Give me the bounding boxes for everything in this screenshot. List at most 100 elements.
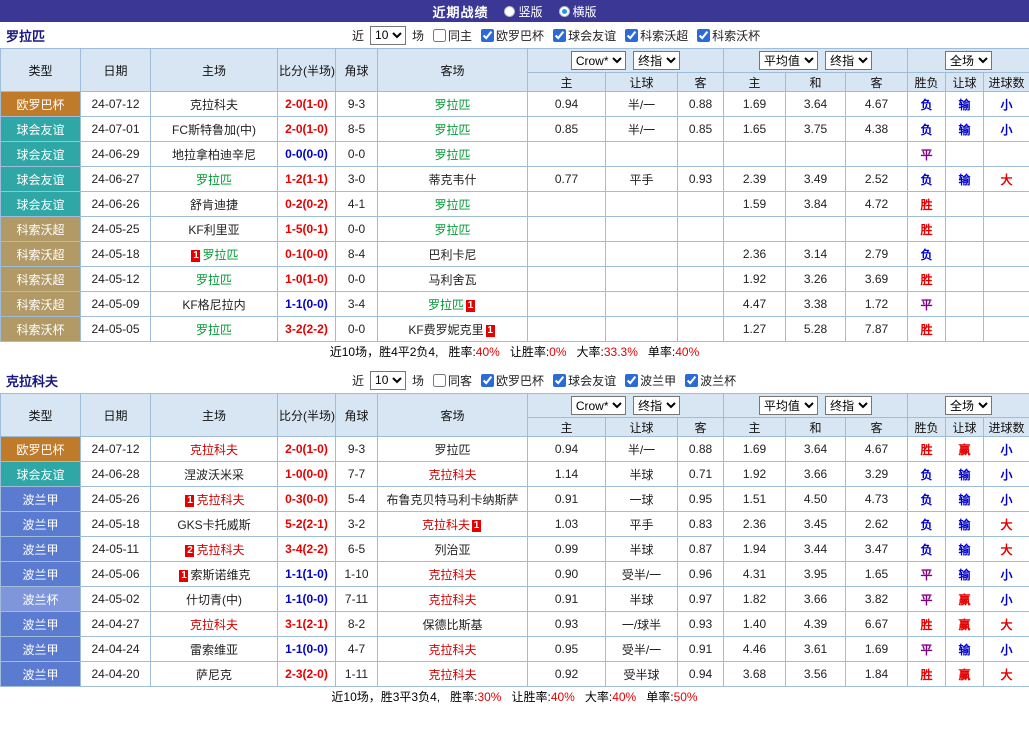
league-filter[interactable]: 欧罗巴杯 <box>481 372 544 389</box>
team-label: 罗拉匹 <box>434 123 470 137</box>
avg-home: 4.47 <box>724 292 786 317</box>
sub-col-header: 客 <box>678 418 724 437</box>
matches-table: 类型 日期 主场 比分(半场) 角球 客场 Crow* 终指 平均值 终指 全场 <box>0 48 1029 342</box>
same-venue-checkbox[interactable] <box>433 29 446 42</box>
result-goals: 小 <box>984 92 1029 117</box>
odds-away: 0.93 <box>678 612 724 637</box>
home-team: 雷索维亚 <box>151 637 278 662</box>
scope-select[interactable]: 全场 <box>945 51 992 70</box>
avg-source-select[interactable]: 平均值 <box>759 396 818 415</box>
league-filter[interactable]: 波兰杯 <box>685 372 736 389</box>
avg-away: 7.87 <box>846 317 908 342</box>
team-section-rolapi: 罗拉匹 近 10 场 同主 欧罗巴杯 球会友谊 科索沃超 <box>0 22 1029 362</box>
team-label: 克拉科夫 <box>428 468 476 482</box>
col-header-home: 主场 <box>151 49 278 92</box>
result-outcome: 负 <box>908 242 946 267</box>
league-checkbox[interactable] <box>625 374 638 387</box>
radio-icon[interactable] <box>559 6 570 17</box>
league-filter[interactable]: 波兰甲 <box>625 372 676 389</box>
league-filter[interactable]: 欧罗巴杯 <box>481 27 544 44</box>
result-handicap: 输 <box>946 562 984 587</box>
away-team: 罗拉匹 <box>378 192 528 217</box>
match-score: 2-0(1-0) <box>278 437 336 462</box>
result-goals <box>984 192 1029 217</box>
summary-stat-value: 40% <box>476 345 500 359</box>
same-venue-filter[interactable]: 同客 <box>433 372 472 389</box>
sub-col-header: 客 <box>678 73 724 92</box>
avg-draw: 3.84 <box>786 192 846 217</box>
team-label: 巴利卡尼 <box>428 248 476 262</box>
result-outcome: 负 <box>908 512 946 537</box>
league-checkbox[interactable] <box>625 29 638 42</box>
layout-radio-vertical[interactable]: 竖版 <box>504 3 542 20</box>
odds-time-select[interactable]: 终指 <box>633 396 680 415</box>
match-date: 24-06-27 <box>81 167 151 192</box>
scope-select[interactable]: 全场 <box>945 396 992 415</box>
league-filter[interactable]: 科索沃杯 <box>697 27 760 44</box>
odds-home: 1.03 <box>528 512 606 537</box>
league-label: 球会友谊 <box>568 372 616 389</box>
layout-radio-horizontal[interactable]: 横版 <box>559 3 597 20</box>
team-label: KF费罗妮克里 <box>408 323 483 337</box>
sub-col-header: 主 <box>528 73 606 92</box>
home-team: 罗拉匹 <box>151 167 278 192</box>
corners: 8-5 <box>336 117 378 142</box>
avg-time-select[interactable]: 终指 <box>825 51 872 70</box>
league-checkbox[interactable] <box>481 29 494 42</box>
avg-away: 3.47 <box>846 537 908 562</box>
league-checkbox[interactable] <box>697 29 710 42</box>
team-label: 罗拉匹 <box>434 223 470 237</box>
summary-stat-label: 胜率: <box>448 345 475 359</box>
odds-source-select[interactable]: Crow* <box>571 51 626 70</box>
odds-handicap <box>606 142 678 167</box>
league-filter[interactable]: 球会友谊 <box>553 27 616 44</box>
odds-home <box>528 267 606 292</box>
league-filter[interactable]: 科索沃超 <box>625 27 688 44</box>
odds-time-select[interactable]: 终指 <box>633 51 680 70</box>
avg-draw: 3.64 <box>786 437 846 462</box>
match-date: 24-05-25 <box>81 217 151 242</box>
radio-icon[interactable] <box>504 6 515 17</box>
result-goals <box>984 217 1029 242</box>
away-team: 克拉科夫 <box>378 662 528 687</box>
odds-home <box>528 142 606 167</box>
summary-stat-label: 让胜率: <box>510 345 549 359</box>
odds-away: 0.88 <box>678 92 724 117</box>
away-team: 克拉科夫 <box>378 587 528 612</box>
result-goals: 小 <box>984 562 1029 587</box>
league-checkbox[interactable] <box>553 29 566 42</box>
league-filter[interactable]: 球会友谊 <box>553 372 616 389</box>
away-team: 马利舍瓦 <box>378 267 528 292</box>
sub-col-header: 客 <box>846 73 908 92</box>
odds-source-select[interactable]: Crow* <box>571 396 626 415</box>
home-team: 舒肯迪捷 <box>151 192 278 217</box>
same-venue-filter[interactable]: 同主 <box>433 27 472 44</box>
team-label: KF格尼拉内 <box>182 298 245 312</box>
red-card-badge: 1 <box>466 300 475 312</box>
match-score: 1-1(0-0) <box>278 587 336 612</box>
league-type-badge: 波兰甲 <box>1 512 81 537</box>
corners: 9-3 <box>336 437 378 462</box>
col-header-away: 客场 <box>378 394 528 437</box>
match-date: 24-05-02 <box>81 587 151 612</box>
avg-source-select[interactable]: 平均值 <box>759 51 818 70</box>
away-team: 克拉科夫1 <box>378 512 528 537</box>
match-score: 0-3(0-0) <box>278 487 336 512</box>
team-label: 克拉科夫 <box>428 568 476 582</box>
same-venue-checkbox[interactable] <box>433 374 446 387</box>
league-type-badge: 波兰杯 <box>1 587 81 612</box>
sub-col-header: 让球 <box>946 73 984 92</box>
avg-time-select[interactable]: 终指 <box>825 396 872 415</box>
recent-count-select[interactable]: 10 <box>370 371 406 390</box>
avg-home: 1.27 <box>724 317 786 342</box>
league-checkbox[interactable] <box>553 374 566 387</box>
result-outcome: 负 <box>908 462 946 487</box>
col-header-home: 主场 <box>151 394 278 437</box>
league-checkbox[interactable] <box>685 374 698 387</box>
league-checkbox[interactable] <box>481 374 494 387</box>
recent-count-select[interactable]: 10 <box>370 26 406 45</box>
summary-prefix: 近10场，胜3平3负4, <box>331 690 440 704</box>
odds-home: 0.85 <box>528 117 606 142</box>
avg-away: 4.72 <box>846 192 908 217</box>
sub-col-header: 客 <box>846 418 908 437</box>
